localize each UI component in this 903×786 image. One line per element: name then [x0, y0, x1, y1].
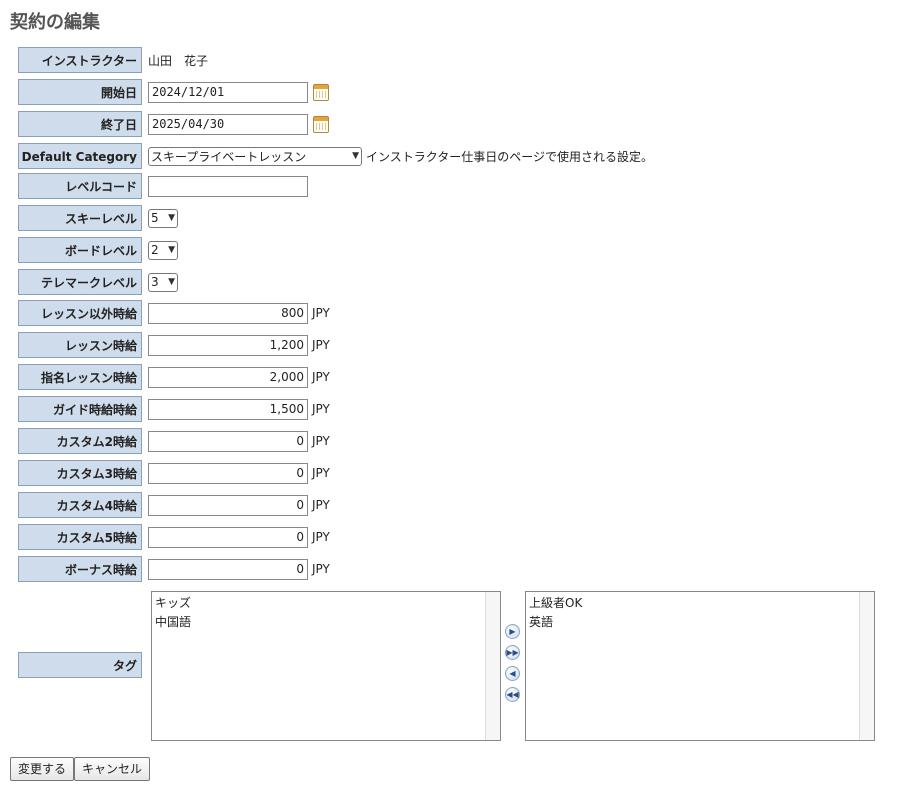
- rate-label: レッスン以外時給: [18, 300, 142, 326]
- list-item[interactable]: キッズ: [155, 594, 497, 613]
- ski-level-label: スキーレベル: [18, 205, 142, 231]
- page-title: 契約の編集: [10, 12, 100, 33]
- chevron-down-icon: ▼: [168, 245, 175, 255]
- calendar-icon[interactable]: [313, 115, 329, 133]
- rate-input[interactable]: 1,500: [148, 398, 308, 420]
- arrow-right-icon[interactable]: ▶: [505, 624, 520, 639]
- chevron-down-icon: ▼: [168, 213, 175, 223]
- arrow-left-icon[interactable]: ◀: [505, 666, 520, 681]
- board-level-label: ボードレベル: [18, 237, 142, 263]
- rate-input[interactable]: 0: [148, 462, 308, 484]
- calendar-icon[interactable]: [313, 83, 329, 101]
- start-date-label: 開始日: [18, 79, 142, 105]
- rate-unit: JPY: [312, 466, 330, 480]
- chevron-down-icon: ▼: [352, 151, 359, 161]
- list-item[interactable]: 中国語: [155, 613, 497, 632]
- default-category-selected: スキープライベートレッスン: [151, 149, 307, 164]
- end-date-input[interactable]: 2025/04/30: [148, 113, 308, 135]
- scrollbar[interactable]: [485, 592, 500, 740]
- default-category-note: インストラクター仕事日のページで使用される設定。: [366, 149, 654, 164]
- cancel-button[interactable]: キャンセル: [74, 757, 151, 781]
- rate-label: カスタム3時給: [18, 460, 142, 486]
- submit-button[interactable]: 変更する: [10, 757, 75, 781]
- rate-label: カスタム2時給: [18, 428, 142, 454]
- rate-unit: JPY: [312, 338, 330, 352]
- start-date-input[interactable]: 2024/12/01: [148, 81, 308, 103]
- instructor-label: インストラクター: [18, 47, 142, 73]
- rate-label: ボーナス時給: [18, 556, 142, 582]
- board-level-select[interactable]: 2 ▼: [148, 240, 178, 260]
- rate-unit: JPY: [312, 530, 330, 544]
- ski-level-select[interactable]: 5 ▼: [148, 208, 178, 228]
- end-date-label: 終了日: [18, 111, 142, 137]
- ski-level-selected: 5: [151, 211, 159, 225]
- default-category-select[interactable]: スキープライベートレッスン ▼: [148, 146, 362, 166]
- rate-input[interactable]: 0: [148, 430, 308, 452]
- list-item[interactable]: 英語: [529, 613, 871, 632]
- rate-input[interactable]: 0: [148, 494, 308, 516]
- rate-label: レッスン時給: [18, 332, 142, 358]
- rate-unit: JPY: [312, 306, 330, 320]
- rate-unit: JPY: [312, 434, 330, 448]
- rate-input[interactable]: 0: [148, 526, 308, 548]
- list-item[interactable]: 上級者OK: [529, 594, 871, 613]
- rate-unit: JPY: [312, 402, 330, 416]
- selected-tags-listbox[interactable]: 上級者OK 英語: [525, 591, 875, 741]
- telemark-level-selected: 3: [151, 275, 159, 289]
- rate-unit: JPY: [312, 562, 330, 576]
- rate-unit: JPY: [312, 498, 330, 512]
- rate-label: カスタム5時給: [18, 524, 142, 550]
- rate-input[interactable]: 800: [148, 302, 308, 324]
- chevron-down-icon: ▼: [168, 277, 175, 287]
- telemark-level-select[interactable]: 3 ▼: [148, 272, 178, 292]
- rate-input[interactable]: 0: [148, 558, 308, 580]
- level-code-input[interactable]: [148, 175, 308, 197]
- rate-input[interactable]: 2,000: [148, 366, 308, 388]
- instructor-value: 山田 花子: [148, 53, 209, 68]
- telemark-level-label: テレマークレベル: [18, 269, 142, 295]
- default-category-label: Default Category: [18, 143, 142, 169]
- rate-label: カスタム4時給: [18, 492, 142, 518]
- rate-unit: JPY: [312, 370, 330, 384]
- rate-input[interactable]: 1,200: [148, 334, 308, 356]
- rate-label: ガイド時給時給: [18, 396, 142, 422]
- available-tags-listbox[interactable]: キッズ 中国語: [151, 591, 501, 741]
- tags-label: タグ: [18, 652, 142, 678]
- double-arrow-right-icon[interactable]: ▶▶: [505, 645, 520, 660]
- board-level-selected: 2: [151, 243, 159, 257]
- scrollbar[interactable]: [859, 592, 874, 740]
- level-code-label: レベルコード: [18, 173, 142, 199]
- rate-label: 指名レッスン時給: [18, 364, 142, 390]
- double-arrow-left-icon[interactable]: ◀◀: [505, 687, 520, 702]
